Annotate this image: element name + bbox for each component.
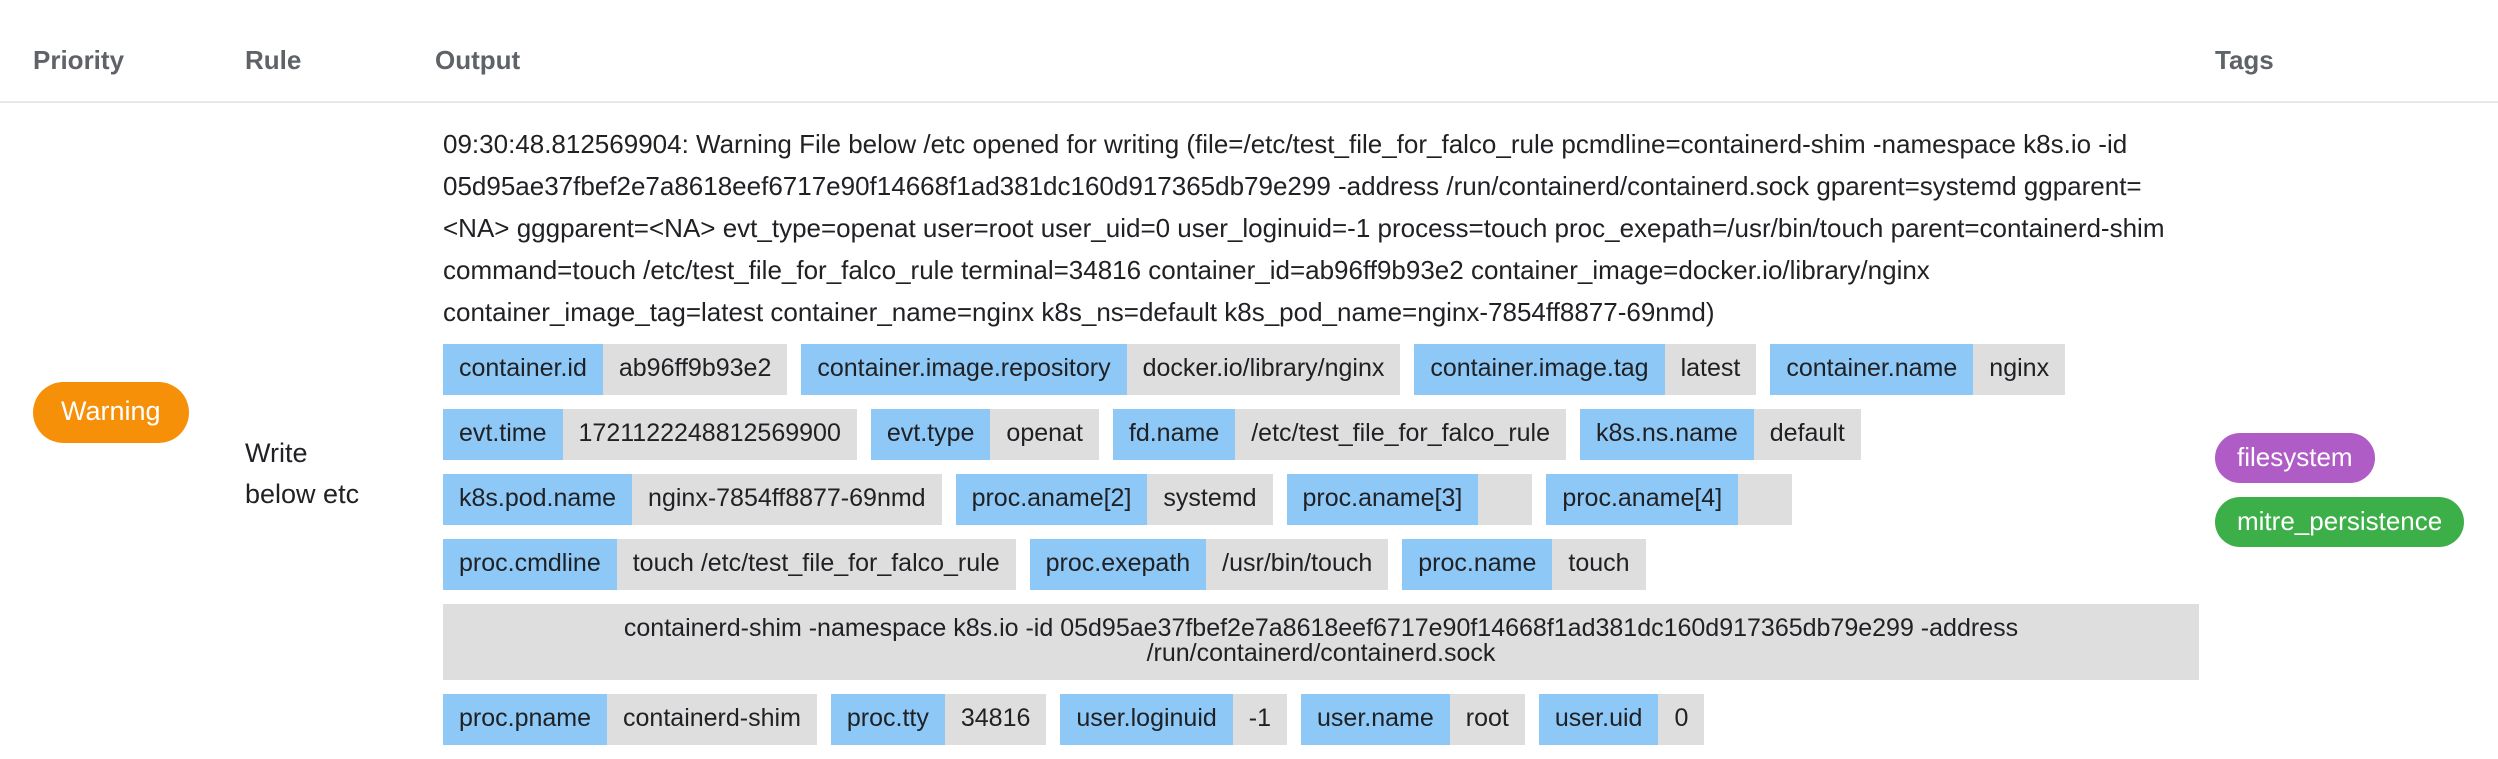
field-chip-value[interactable]: default <box>1753 409 1861 460</box>
field-chip-key[interactable]: evt.type <box>870 409 991 460</box>
field-chip-value[interactable]: /etc/test_file_for_falco_rule <box>1235 409 1567 460</box>
field-chip-key[interactable]: proc.aname[4] <box>1546 474 1739 525</box>
field-chip-value[interactable] <box>1478 474 1533 525</box>
alerts-table: Priority Rule Output Tags Warning Write … <box>0 0 2498 759</box>
column-header-rule[interactable]: Rule <box>245 0 435 76</box>
field-chip-key[interactable]: container.image.tag <box>1414 344 1665 395</box>
field-chip-value[interactable] <box>1738 474 1793 525</box>
priority-cell: Warning <box>0 103 245 443</box>
table-row[interactable]: Warning Write below etc 09:30:48.8125699… <box>0 103 2498 759</box>
field-chip-key[interactable]: proc.aname[2] <box>955 474 1148 525</box>
field-chip-key[interactable]: user.loginuid <box>1060 694 1233 745</box>
field-chip[interactable]: container.image.repository docker.io/libr… <box>801 344 1401 395</box>
field-chip-value[interactable]: openat <box>990 409 1099 460</box>
field-chip[interactable]: proc.aname[4] <box>1546 474 1793 525</box>
field-chip-value[interactable]: 0 <box>1658 694 1705 745</box>
tag-badge[interactable]: filesystem <box>2215 433 2375 483</box>
field-chip-key[interactable]: container.image.repository <box>801 344 1127 395</box>
field-chip[interactable]: proc.pname containerd-shim <box>443 694 817 745</box>
field-chip[interactable]: user.name root <box>1301 694 1525 745</box>
field-chip-value[interactable]: root <box>1449 694 1525 745</box>
rule-name: Write below etc <box>245 438 360 509</box>
field-chip[interactable]: proc.aname[2] systemd <box>955 474 1273 525</box>
field-chip[interactable]: proc.aname[3] <box>1286 474 1533 525</box>
field-chip-key[interactable]: proc.pname <box>443 694 608 745</box>
field-chip-key[interactable]: proc.cmdline <box>443 539 617 590</box>
field-chip[interactable]: proc.tty 34816 <box>830 694 1047 745</box>
field-chip[interactable]: proc.name touch <box>1402 539 1646 590</box>
field-chip[interactable]: container.name nginx <box>1770 344 2066 395</box>
field-chip-key[interactable]: container.id <box>443 344 603 395</box>
field-chip-key[interactable]: fd.name <box>1112 409 1236 460</box>
status-badge-priority: Warning <box>33 382 189 443</box>
column-header-priority[interactable]: Priority <box>0 0 245 76</box>
field-chip[interactable]: k8s.pod.name nginx-7854ff8877-69nmd <box>443 474 942 525</box>
field-chip[interactable]: evt.type openat <box>870 409 1099 460</box>
column-header-tags[interactable]: Tags <box>2165 0 2465 76</box>
field-chip-value[interactable]: 1721122248812569900 <box>562 409 857 460</box>
field-chip[interactable]: user.loginuid -1 <box>1060 694 1288 745</box>
output-cell: 09:30:48.812569904: Warning File below /… <box>435 103 2199 759</box>
field-chip[interactable]: k8s.ns.name default <box>1580 409 1861 460</box>
field-chip-key[interactable]: evt.time <box>443 409 563 460</box>
field-chip[interactable]: fd.name/etc/test_file_for_falco_rule <box>1112 409 1567 460</box>
field-chip-value[interactable]: /usr/bin/touch <box>1206 539 1389 590</box>
field-chip-value[interactable]: nginx-7854ff8877-69nmd <box>632 474 942 525</box>
field-chip[interactable]: container.id ab96ff9b93e2 <box>443 344 788 395</box>
field-chip[interactable]: evt.time 1721122248812569900 <box>443 409 857 460</box>
rule-cell: Write below etc <box>245 103 435 515</box>
field-chip[interactable]: user.uid 0 <box>1538 694 1705 745</box>
field-chip-value[interactable]: -1 <box>1232 694 1288 745</box>
field-chip-key[interactable]: proc.aname[3] <box>1286 474 1479 525</box>
field-chip-key[interactable]: proc.exepath <box>1029 539 1207 590</box>
field-chip-value[interactable]: containerd-shim -namespace k8s.io -id 05… <box>443 604 2199 680</box>
alert-output-text: 09:30:48.812569904: Warning File below /… <box>443 129 2165 327</box>
field-chip-key[interactable]: user.uid <box>1538 694 1659 745</box>
field-chip-value[interactable]: docker.io/library/nginx <box>1126 344 1401 395</box>
field-chip[interactable]: proc.pcmdlinecontainerd-shim -namespace … <box>443 604 2199 680</box>
tags-cell: filesystem mitre_persistence <box>2165 103 2465 561</box>
field-chip[interactable]: proc.exepath/usr/bin/touch <box>1029 539 1389 590</box>
field-chip-key[interactable]: proc.name <box>1402 539 1553 590</box>
field-chip-key[interactable]: container.name <box>1770 344 1974 395</box>
column-header-output[interactable]: Output <box>435 0 2165 76</box>
field-chip-value[interactable]: systemd <box>1147 474 1273 525</box>
field-chip-list: container.id ab96ff9b93e2 container.image.… <box>443 344 2213 759</box>
field-chip-value[interactable]: 34816 <box>944 694 1047 745</box>
field-chip[interactable]: proc.cmdline touch /etc/test_file_for_fal… <box>443 539 1016 590</box>
field-chip-value[interactable]: ab96ff9b93e2 <box>602 344 788 395</box>
field-chip-value[interactable]: nginx <box>1973 344 2066 395</box>
field-chip[interactable]: container.image.tag latest <box>1414 344 1757 395</box>
table-header-row: Priority Rule Output Tags <box>0 0 2498 103</box>
tag-badge[interactable]: mitre_persistence <box>2215 497 2465 547</box>
field-chip-key[interactable]: k8s.ns.name <box>1580 409 1754 460</box>
field-chip-key[interactable]: user.name <box>1301 694 1450 745</box>
field-chip-value[interactable]: touch <box>1552 539 1646 590</box>
field-chip-value[interactable]: touch /etc/test_file_for_falco_rule <box>616 539 1016 590</box>
field-chip-value[interactable]: latest <box>1664 344 1757 395</box>
field-chip-key[interactable]: proc.tty <box>830 694 945 745</box>
field-chip-key[interactable]: k8s.pod.name <box>443 474 633 525</box>
field-chip-value[interactable]: containerd-shim <box>607 694 817 745</box>
